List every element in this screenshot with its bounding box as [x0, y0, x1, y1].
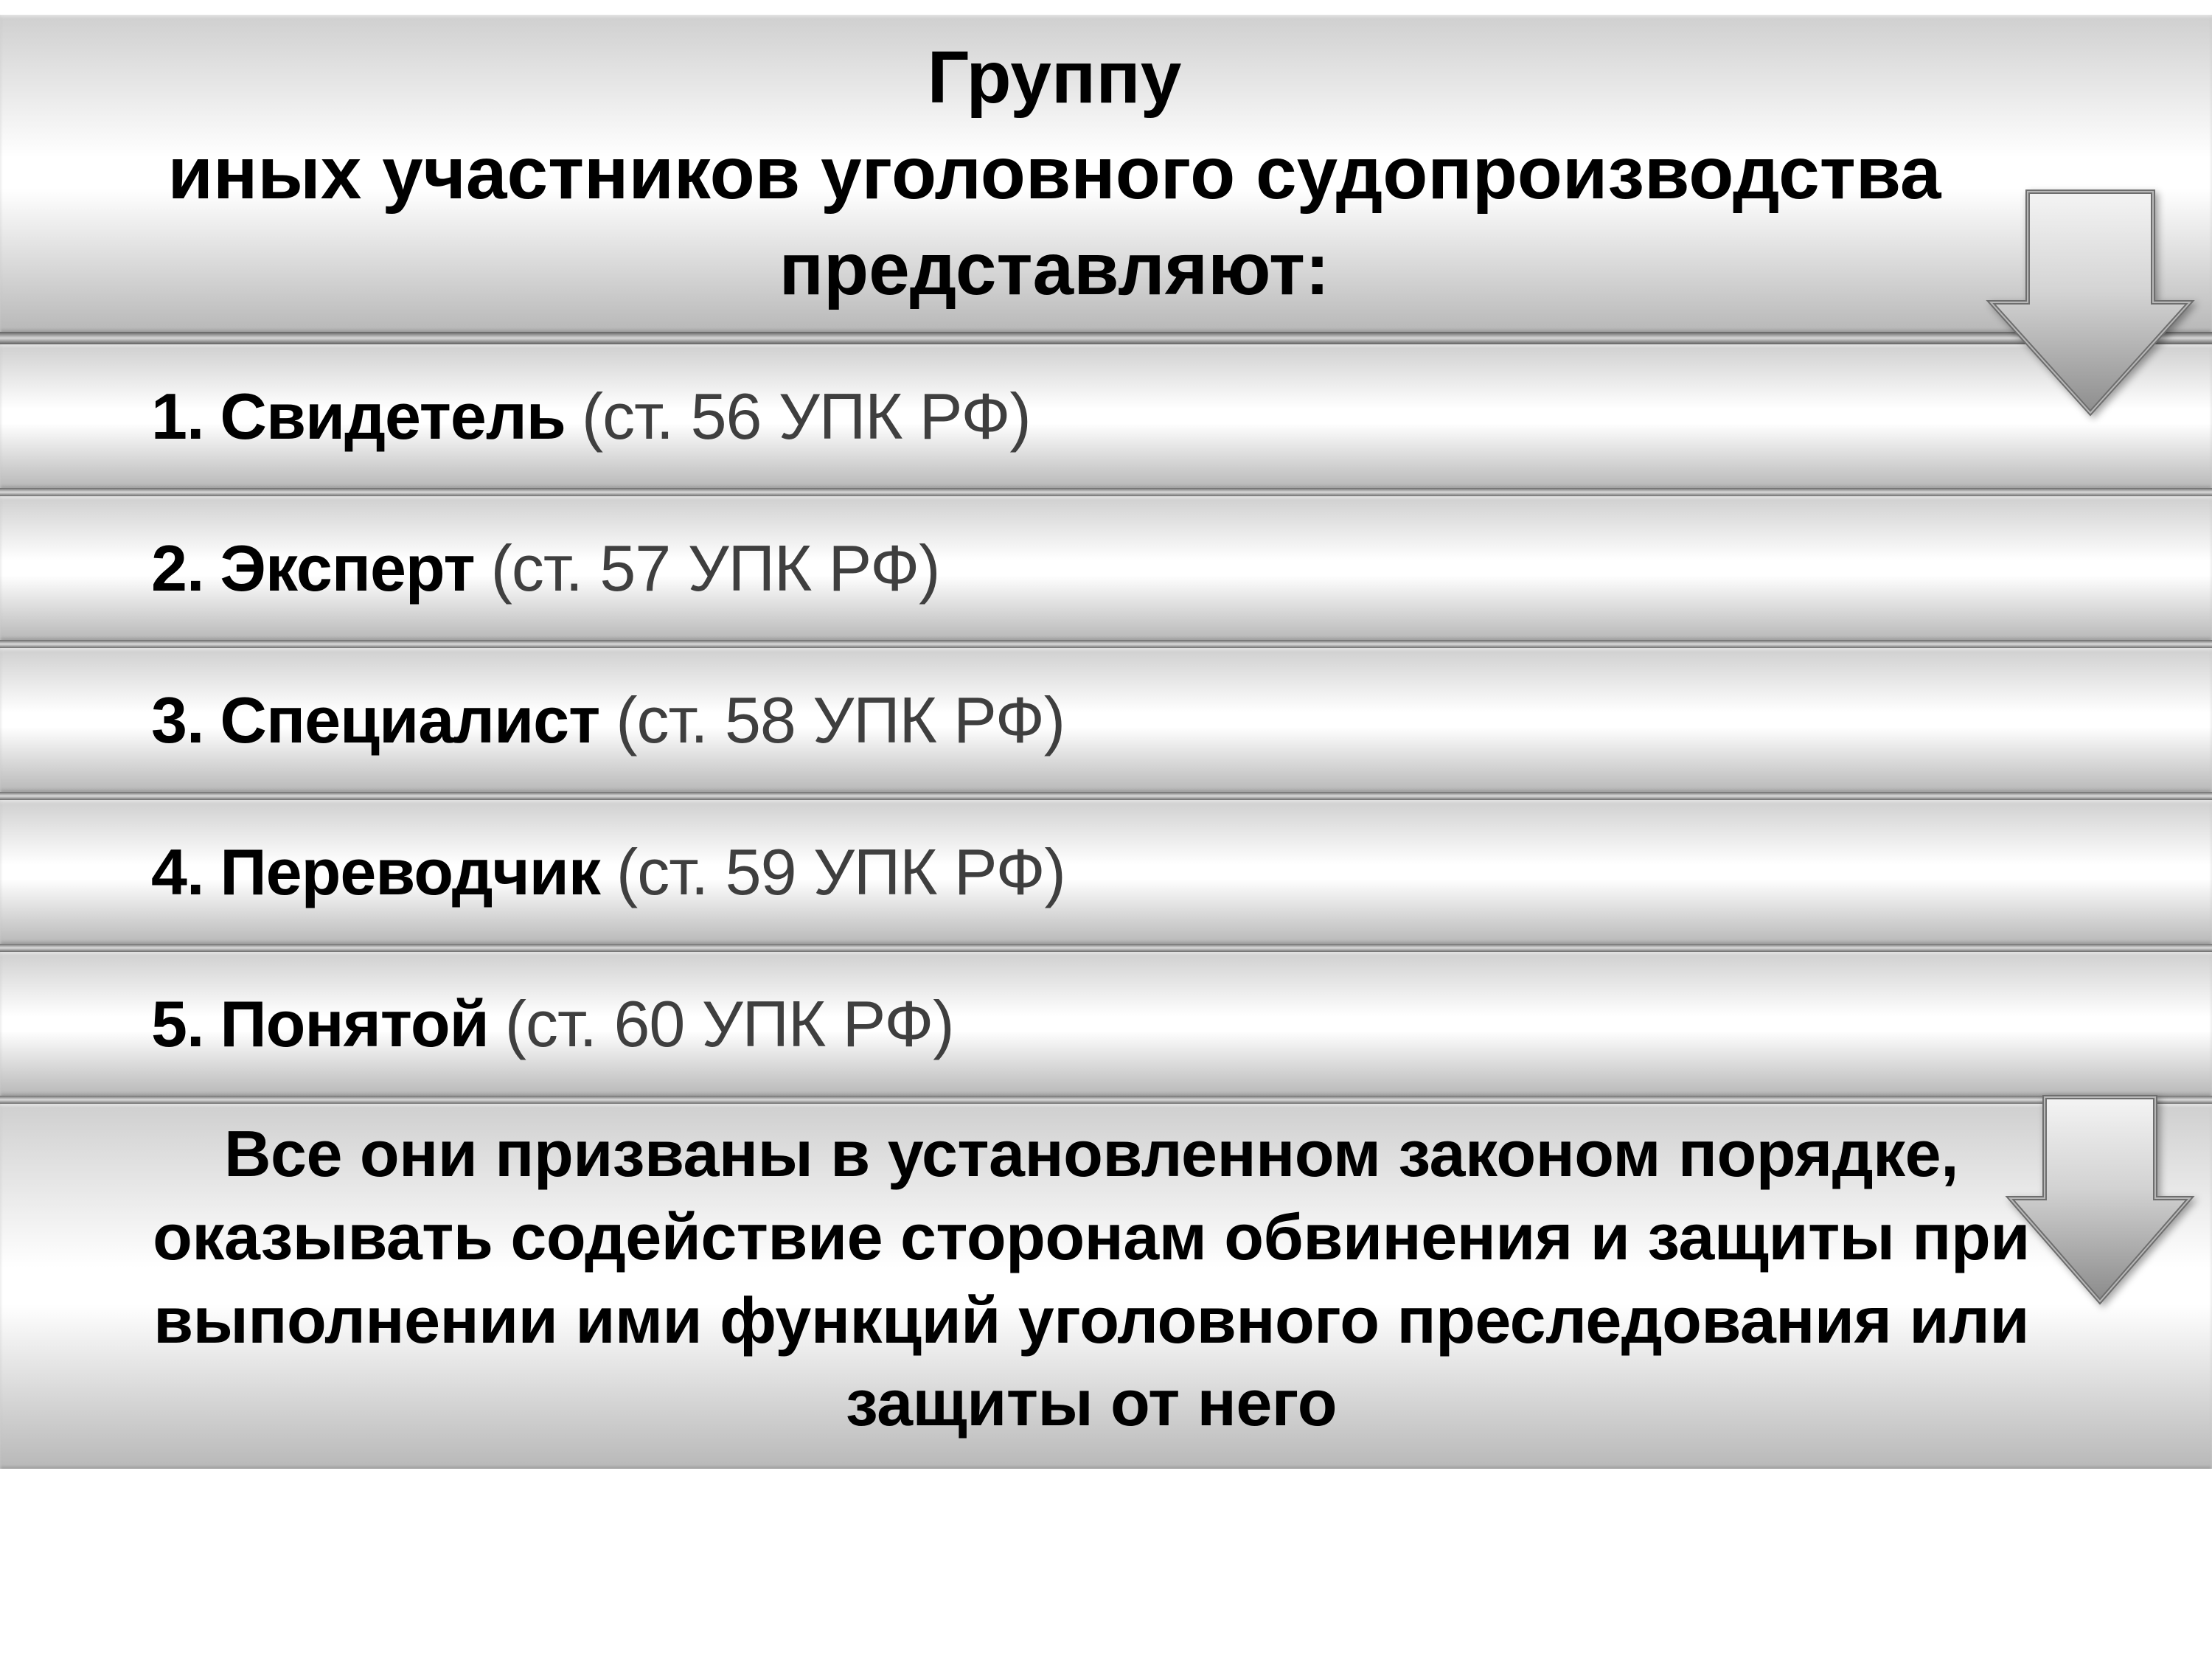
item-name: Свидетель: [220, 379, 565, 454]
item-reference: (ст. 56 УПК РФ): [582, 379, 1031, 454]
item-name: Понятой: [220, 987, 488, 1062]
title-line-3: представляют:: [779, 221, 1330, 317]
list-item-4: 4. Переводчик (ст. 59 УПК РФ): [0, 800, 2212, 944]
divider: [0, 488, 2212, 496]
arrow-down-icon: [1983, 184, 2197, 420]
item-name: Переводчик: [220, 835, 600, 910]
footer-block: Все они призваны в установленном законом…: [0, 1104, 2212, 1469]
divider: [0, 792, 2212, 800]
slide: Группу иных участников уголовного судопр…: [0, 0, 2212, 1659]
item-number: 4.: [151, 835, 204, 910]
list-item-3: 3. Специалист (ст. 58 УПК РФ): [0, 648, 2212, 792]
list-item-2: 2. Эксперт (ст. 57 УПК РФ): [0, 496, 2212, 640]
title-block: Группу иных участников уголовного судопр…: [0, 15, 2212, 332]
item-reference: (ст. 57 УПК РФ): [491, 531, 940, 606]
item-number: 3.: [151, 683, 204, 758]
item-number: 5.: [151, 987, 204, 1062]
divider: [0, 640, 2212, 648]
arrow-down-icon: [2004, 1091, 2196, 1309]
item-reference: (ст. 58 УПК РФ): [616, 683, 1065, 758]
item-number: 1.: [151, 379, 204, 454]
item-reference: (ст. 59 УПК РФ): [616, 835, 1065, 910]
list-item-1: 1. Свидетель (ст. 56 УПК РФ): [0, 344, 2212, 488]
title-line-1: Группу: [928, 29, 1182, 125]
item-number: 2.: [151, 531, 204, 606]
item-name: Эксперт: [220, 531, 474, 606]
footer-text: Все они призваны в установленном законом…: [52, 1113, 2131, 1445]
item-name: Специалист: [220, 683, 599, 758]
divider: [0, 944, 2212, 952]
item-reference: (ст. 60 УПК РФ): [505, 987, 954, 1062]
list-item-5: 5. Понятой (ст. 60 УПК РФ): [0, 952, 2212, 1096]
divider: [0, 1096, 2212, 1104]
divider: [0, 332, 2212, 344]
title-line-2: иных участников уголовного судопроизводс…: [168, 125, 1941, 221]
